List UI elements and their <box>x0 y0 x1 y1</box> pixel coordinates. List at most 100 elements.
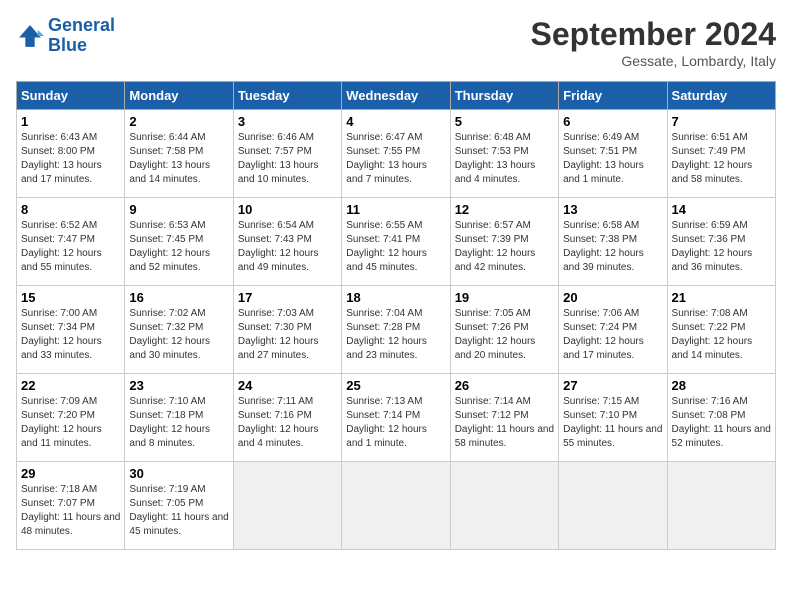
calendar-body: 1Sunrise: 6:43 AMSunset: 8:00 PMDaylight… <box>17 110 776 550</box>
weekday-header-saturday: Saturday <box>667 82 775 110</box>
logo-icon <box>16 22 44 50</box>
calendar-cell: 25 Sunrise: 7:13 AMSunset: 7:14 PMDayligh… <box>342 374 450 462</box>
weekday-header-thursday: Thursday <box>450 82 558 110</box>
day-detail: Sunrise: 6:49 AMSunset: 7:51 PMDaylight:… <box>563 131 662 187</box>
day-number: 14 <box>672 202 771 217</box>
month-title: September 2024 <box>531 16 776 53</box>
day-detail: Sunrise: 6:52 AMSunset: 7:47 PMDaylight:… <box>21 219 120 275</box>
day-number: 17 <box>238 290 337 305</box>
day-detail: Sunrise: 6:57 AMSunset: 7:39 PMDaylight:… <box>455 219 554 275</box>
day-detail: Sunrise: 6:58 AMSunset: 7:38 PMDaylight:… <box>563 219 662 275</box>
day-number: 24 <box>238 378 337 393</box>
weekday-header-monday: Monday <box>125 82 233 110</box>
logo: General Blue <box>16 16 115 56</box>
calendar-cell: 3Sunrise: 6:46 AMSunset: 7:57 PMDaylight… <box>233 110 341 198</box>
day-number: 10 <box>238 202 337 217</box>
page-header: General Blue September 2024 Gessate, Lom… <box>16 16 776 69</box>
weekday-header-row: SundayMondayTuesdayWednesdayThursdayFrid… <box>17 82 776 110</box>
week-row-2: 8 Sunrise: 6:52 AMSunset: 7:47 PMDaylight… <box>17 198 776 286</box>
day-number: 20 <box>563 290 662 305</box>
calendar-cell: 23 Sunrise: 7:10 AMSunset: 7:18 PMDayligh… <box>125 374 233 462</box>
day-detail: Sunrise: 7:14 AMSunset: 7:12 PMDaylight:… <box>455 395 554 451</box>
day-detail: Sunrise: 6:53 AMSunset: 7:45 PMDaylight:… <box>129 219 228 275</box>
day-detail: Sunrise: 7:02 AMSunset: 7:32 PMDaylight:… <box>129 307 228 363</box>
calendar-cell: 6Sunrise: 6:49 AMSunset: 7:51 PMDaylight… <box>559 110 667 198</box>
day-number: 18 <box>346 290 445 305</box>
calendar-cell: 2Sunrise: 6:44 AMSunset: 7:58 PMDaylight… <box>125 110 233 198</box>
day-number: 15 <box>21 290 120 305</box>
day-detail: Sunrise: 7:11 AMSunset: 7:16 PMDaylight:… <box>238 395 337 451</box>
day-number: 23 <box>129 378 228 393</box>
day-detail: Sunrise: 6:44 AMSunset: 7:58 PMDaylight:… <box>129 131 228 187</box>
day-number: 4 <box>346 114 445 129</box>
day-number: 21 <box>672 290 771 305</box>
day-detail: Sunrise: 6:59 AMSunset: 7:36 PMDaylight:… <box>672 219 771 275</box>
day-number: 22 <box>21 378 120 393</box>
calendar-cell: 24 Sunrise: 7:11 AMSunset: 7:16 PMDayligh… <box>233 374 341 462</box>
logo-blue: Blue <box>48 35 87 55</box>
calendar-cell: 29 Sunrise: 7:18 AMSunset: 7:07 PMDayligh… <box>17 462 125 550</box>
calendar-cell: 26 Sunrise: 7:14 AMSunset: 7:12 PMDayligh… <box>450 374 558 462</box>
calendar-cell: 13 Sunrise: 6:58 AMSunset: 7:38 PMDayligh… <box>559 198 667 286</box>
day-detail: Sunrise: 7:18 AMSunset: 7:07 PMDaylight:… <box>21 483 120 539</box>
day-number: 29 <box>21 466 120 481</box>
calendar-cell: 5 Sunrise: 6:48 AMSunset: 7:53 PMDaylight… <box>450 110 558 198</box>
day-number: 1 <box>21 114 120 129</box>
day-number: 28 <box>672 378 771 393</box>
weekday-header-wednesday: Wednesday <box>342 82 450 110</box>
day-number: 27 <box>563 378 662 393</box>
weekday-header-sunday: Sunday <box>17 82 125 110</box>
logo-general: General <box>48 15 115 35</box>
calendar-table: SundayMondayTuesdayWednesdayThursdayFrid… <box>16 81 776 550</box>
calendar-cell: 15 Sunrise: 7:00 AMSunset: 7:34 PMDayligh… <box>17 286 125 374</box>
calendar-cell: 21 Sunrise: 7:08 AMSunset: 7:22 PMDayligh… <box>667 286 775 374</box>
day-number: 25 <box>346 378 445 393</box>
calendar-cell: 27 Sunrise: 7:15 AMSunset: 7:10 PMDayligh… <box>559 374 667 462</box>
day-number: 9 <box>129 202 228 217</box>
day-detail: Sunrise: 7:15 AMSunset: 7:10 PMDaylight:… <box>563 395 662 451</box>
calendar-cell: 28 Sunrise: 7:16 AMSunset: 7:08 PMDayligh… <box>667 374 775 462</box>
day-detail: Sunrise: 7:09 AMSunset: 7:20 PMDaylight:… <box>21 395 120 451</box>
calendar-cell: 9 Sunrise: 6:53 AMSunset: 7:45 PMDaylight… <box>125 198 233 286</box>
day-number: 3 <box>238 114 337 129</box>
day-detail: Sunrise: 7:13 AMSunset: 7:14 PMDaylight:… <box>346 395 445 451</box>
day-detail: Sunrise: 7:08 AMSunset: 7:22 PMDaylight:… <box>672 307 771 363</box>
calendar-cell <box>667 462 775 550</box>
day-number: 19 <box>455 290 554 305</box>
day-detail: Sunrise: 7:06 AMSunset: 7:24 PMDaylight:… <box>563 307 662 363</box>
title-block: September 2024 Gessate, Lombardy, Italy <box>531 16 776 69</box>
week-row-3: 15 Sunrise: 7:00 AMSunset: 7:34 PMDayligh… <box>17 286 776 374</box>
day-number: 11 <box>346 202 445 217</box>
calendar-cell: 7Sunrise: 6:51 AMSunset: 7:49 PMDaylight… <box>667 110 775 198</box>
day-detail: Sunrise: 7:16 AMSunset: 7:08 PMDaylight:… <box>672 395 771 451</box>
day-number: 30 <box>129 466 228 481</box>
weekday-header-tuesday: Tuesday <box>233 82 341 110</box>
calendar-cell: 4 Sunrise: 6:47 AMSunset: 7:55 PMDaylight… <box>342 110 450 198</box>
calendar-cell: 11Sunrise: 6:55 AMSunset: 7:41 PMDayligh… <box>342 198 450 286</box>
day-detail: Sunrise: 6:48 AMSunset: 7:53 PMDaylight:… <box>455 131 554 187</box>
day-detail: Sunrise: 6:54 AMSunset: 7:43 PMDaylight:… <box>238 219 337 275</box>
day-number: 13 <box>563 202 662 217</box>
day-number: 8 <box>21 202 120 217</box>
calendar-cell <box>233 462 341 550</box>
calendar-header: SundayMondayTuesdayWednesdayThursdayFrid… <box>17 82 776 110</box>
day-detail: Sunrise: 7:03 AMSunset: 7:30 PMDaylight:… <box>238 307 337 363</box>
day-detail: Sunrise: 6:51 AMSunset: 7:49 PMDaylight:… <box>672 131 771 187</box>
calendar-cell: 20 Sunrise: 7:06 AMSunset: 7:24 PMDayligh… <box>559 286 667 374</box>
day-number: 26 <box>455 378 554 393</box>
day-number: 5 <box>455 114 554 129</box>
calendar-cell: 16Sunrise: 7:02 AMSunset: 7:32 PMDayligh… <box>125 286 233 374</box>
calendar-cell: 12Sunrise: 6:57 AMSunset: 7:39 PMDayligh… <box>450 198 558 286</box>
calendar-cell <box>342 462 450 550</box>
day-detail: Sunrise: 7:00 AMSunset: 7:34 PMDaylight:… <box>21 307 120 363</box>
day-detail: Sunrise: 7:19 AMSunset: 7:05 PMDaylight:… <box>129 483 228 539</box>
weekday-header-friday: Friday <box>559 82 667 110</box>
calendar-cell <box>559 462 667 550</box>
calendar-cell: 19Sunrise: 7:05 AMSunset: 7:26 PMDayligh… <box>450 286 558 374</box>
calendar-cell: 10 Sunrise: 6:54 AMSunset: 7:43 PMDayligh… <box>233 198 341 286</box>
calendar-cell: 14 Sunrise: 6:59 AMSunset: 7:36 PMDayligh… <box>667 198 775 286</box>
day-detail: Sunrise: 7:04 AMSunset: 7:28 PMDaylight:… <box>346 307 445 363</box>
day-detail: Sunrise: 6:47 AMSunset: 7:55 PMDaylight:… <box>346 131 445 187</box>
calendar-cell: 18 Sunrise: 7:04 AMSunset: 7:28 PMDayligh… <box>342 286 450 374</box>
day-detail: Sunrise: 7:10 AMSunset: 7:18 PMDaylight:… <box>129 395 228 451</box>
